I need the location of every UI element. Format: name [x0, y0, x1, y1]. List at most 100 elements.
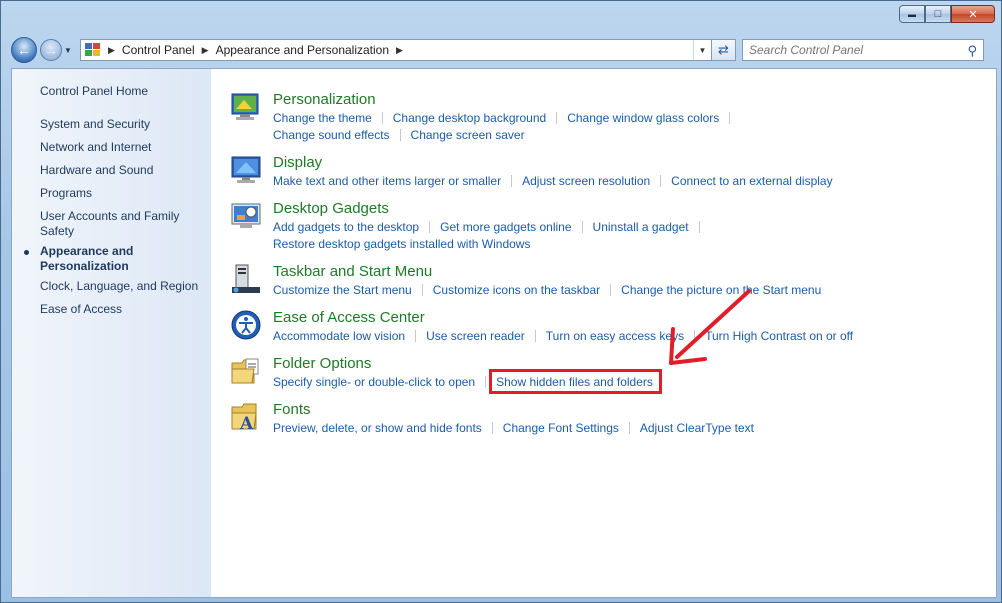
content-area: Control Panel Home System and Security N…	[11, 68, 997, 598]
category-title-desktop-gadgets[interactable]: Desktop Gadgets	[273, 200, 389, 217]
link-change-window-glass-colors[interactable]: Change window glass colors	[567, 111, 719, 125]
link-separator	[421, 283, 423, 296]
link-separator	[660, 174, 662, 187]
breadcrumb-arrow-icon[interactable]: ▶	[396, 45, 403, 56]
sidebar-item-appearance[interactable]: Appearance and Personalization	[40, 244, 160, 274]
back-button[interactable]: ←	[11, 37, 37, 63]
link-customize-start-menu[interactable]: Customize the Start menu	[273, 283, 412, 297]
navigation-bar: ← → ▼ ▶ Control Panel ▶ Appearance and P…	[11, 37, 995, 63]
link-use-screen-reader[interactable]: Use screen reader	[426, 329, 525, 343]
breadcrumb-arrow-icon[interactable]: ▶	[202, 45, 209, 56]
link-add-gadgets[interactable]: Add gadgets to the desktop	[273, 220, 419, 234]
link-separator	[429, 220, 431, 233]
link-change-font-settings[interactable]: Change Font Settings	[503, 421, 619, 435]
sidebar-item-programs[interactable]: Programs	[40, 186, 205, 201]
category-links-ease-of-access: Accommodate low vision Use screen reader…	[273, 327, 893, 344]
link-change-sound-effects[interactable]: Change sound effects	[273, 128, 390, 142]
forward-button[interactable]: →	[40, 39, 62, 61]
link-separator	[610, 283, 612, 296]
link-separator	[729, 111, 731, 124]
address-bar[interactable]: ▶ Control Panel ▶ Appearance and Persona…	[80, 39, 712, 61]
link-separator	[698, 220, 700, 233]
link-single-double-click[interactable]: Specify single- or double-click to open	[273, 375, 475, 389]
link-change-start-menu-picture[interactable]: Change the picture on the Start menu	[621, 283, 821, 297]
link-high-contrast[interactable]: Turn High Contrast on or off	[705, 329, 853, 343]
search-icon[interactable]: ⚲	[967, 43, 977, 59]
link-separator	[534, 329, 536, 342]
caption-buttons: ▬ □ ✕	[899, 5, 995, 25]
link-change-screen-saver[interactable]: Change screen saver	[411, 128, 525, 142]
recent-pages-dropdown[interactable]: ▼	[64, 46, 76, 55]
close-icon: ✕	[968, 8, 978, 21]
sidebar: Control Panel Home System and Security N…	[12, 69, 211, 597]
category-title-personalization[interactable]: Personalization	[273, 91, 376, 108]
category-links-desktop-gadgets: Add gadgets to the desktop Get more gadg…	[273, 218, 893, 252]
refresh-icon: ⇄	[718, 42, 729, 57]
sidebar-control-panel-home[interactable]: Control Panel Home	[40, 84, 205, 99]
category-links-display: Make text and other items larger or smal…	[273, 172, 893, 189]
minimize-button[interactable]: ▬	[899, 5, 925, 23]
link-get-more-gadgets[interactable]: Get more gadgets online	[440, 220, 571, 234]
category-title-fonts[interactable]: Fonts	[273, 401, 311, 418]
breadcrumb-control-panel[interactable]: Control Panel	[122, 43, 195, 57]
sidebar-item-network-and-internet[interactable]: Network and Internet	[40, 140, 205, 155]
link-uninstall-gadget[interactable]: Uninstall a gadget	[593, 220, 689, 234]
back-arrow-icon: ←	[17, 42, 31, 58]
annotation-highlight-box	[489, 369, 662, 394]
link-adjust-screen-resolution[interactable]: Adjust screen resolution	[522, 174, 650, 188]
category-links-fonts: Preview, delete, or show and hide fonts …	[273, 419, 893, 436]
address-dropdown-button[interactable]: ▼	[693, 40, 711, 60]
active-bullet-icon	[24, 250, 29, 255]
link-separator	[694, 329, 696, 342]
ease-of-access-icon	[231, 310, 261, 340]
close-button[interactable]: ✕	[951, 5, 995, 23]
sidebar-item-user-accounts[interactable]: User Accounts and Family Safety	[40, 209, 190, 239]
category-title-display[interactable]: Display	[273, 154, 322, 171]
main-panel: Personalization Change the theme Change …	[222, 69, 996, 597]
breadcrumb-arrow-icon[interactable]: ▶	[108, 45, 115, 56]
maximize-icon: □	[934, 8, 942, 20]
link-separator	[628, 421, 630, 434]
link-easy-access-keys[interactable]: Turn on easy access keys	[546, 329, 684, 343]
category-links-taskbar: Customize the Start menu Customize icons…	[273, 281, 893, 298]
fonts-icon: A	[231, 403, 257, 433]
link-separator	[556, 111, 558, 124]
search-box[interactable]: ⚲	[742, 39, 984, 61]
forward-arrow-icon: →	[44, 42, 58, 58]
desktop-gadgets-icon	[231, 203, 261, 228]
link-change-desktop-background[interactable]: Change desktop background	[393, 111, 546, 125]
category-links-personalization: Change the theme Change desktop backgrou…	[273, 109, 893, 143]
sidebar-item-system-and-security[interactable]: System and Security	[40, 117, 205, 132]
category-title-ease-of-access[interactable]: Ease of Access Center	[273, 309, 425, 326]
category-title-taskbar[interactable]: Taskbar and Start Menu	[273, 263, 432, 280]
link-accommodate-low-vision[interactable]: Accommodate low vision	[273, 329, 405, 343]
personalization-icon	[231, 93, 259, 120]
link-separator	[485, 375, 487, 388]
link-make-text-larger[interactable]: Make text and other items larger or smal…	[273, 174, 501, 188]
maximize-button[interactable]: □	[925, 5, 951, 23]
link-change-the-theme[interactable]: Change the theme	[273, 111, 372, 125]
link-separator	[381, 111, 383, 124]
search-input[interactable]	[749, 43, 949, 57]
link-preview-fonts[interactable]: Preview, delete, or show and hide fonts	[273, 421, 482, 435]
link-separator	[511, 174, 513, 187]
refresh-button[interactable]: ⇄	[712, 39, 736, 61]
link-connect-external-display[interactable]: Connect to an external display	[671, 174, 832, 188]
sidebar-item-clock-language-region[interactable]: Clock, Language, and Region	[40, 279, 205, 294]
control-panel-icon	[85, 43, 101, 57]
link-adjust-cleartype[interactable]: Adjust ClearType text	[640, 421, 754, 435]
link-separator	[491, 421, 493, 434]
sidebar-item-hardware-and-sound[interactable]: Hardware and Sound	[40, 163, 205, 178]
category-title-folder-options[interactable]: Folder Options	[273, 355, 371, 372]
link-restore-desktop-gadgets[interactable]: Restore desktop gadgets installed with W…	[273, 237, 530, 251]
sidebar-item-ease-of-access[interactable]: Ease of Access	[40, 302, 205, 317]
breadcrumb-appearance[interactable]: Appearance and Personalization	[216, 43, 389, 57]
display-icon	[231, 156, 261, 183]
taskbar-icon	[232, 264, 260, 293]
link-separator	[581, 220, 583, 233]
folder-options-icon	[231, 358, 259, 384]
link-separator	[399, 128, 401, 141]
link-separator	[415, 329, 417, 342]
minimize-icon: ▬	[908, 9, 916, 19]
link-customize-taskbar-icons[interactable]: Customize icons on the taskbar	[433, 283, 600, 297]
